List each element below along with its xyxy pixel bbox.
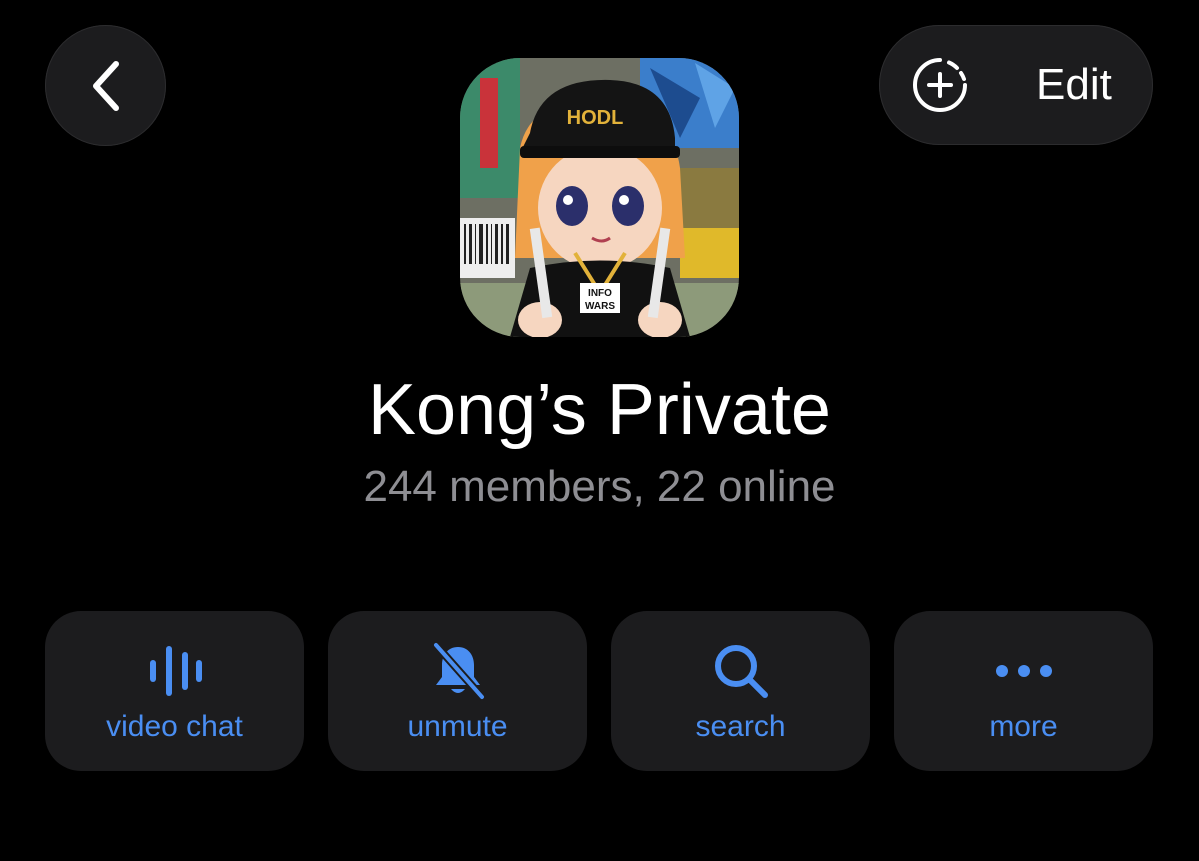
chevron-left-icon — [92, 60, 119, 111]
search-button[interactable]: search — [611, 611, 870, 771]
avatar-image: HODL INFO WARS — [460, 58, 739, 337]
more-button[interactable]: more — [894, 611, 1153, 771]
back-button[interactable] — [45, 25, 166, 146]
svg-text:WARS: WARS — [585, 301, 615, 312]
bell-slash-icon — [431, 641, 486, 701]
video-chat-button[interactable]: video chat — [45, 611, 304, 771]
unmute-label: unmute — [407, 710, 508, 743]
svg-text:INFO: INFO — [588, 288, 612, 299]
svg-text:HODL: HODL — [567, 107, 624, 129]
edit-button[interactable]: Edit — [879, 25, 1153, 145]
more-label: more — [989, 710, 1058, 743]
group-member-status: 244 members, 22 online — [363, 462, 836, 511]
edit-label: Edit — [1036, 60, 1112, 109]
group-avatar[interactable]: HODL INFO WARS — [460, 58, 739, 337]
unmute-button[interactable]: unmute — [328, 611, 587, 771]
group-name: Kong’s Private — [368, 370, 831, 450]
voice-wave-icon — [149, 646, 202, 696]
video-chat-label: video chat — [106, 710, 243, 743]
ellipsis-icon — [995, 665, 1052, 677]
add-story-icon — [913, 58, 967, 112]
search-icon — [714, 645, 768, 698]
search-label: search — [695, 710, 786, 743]
